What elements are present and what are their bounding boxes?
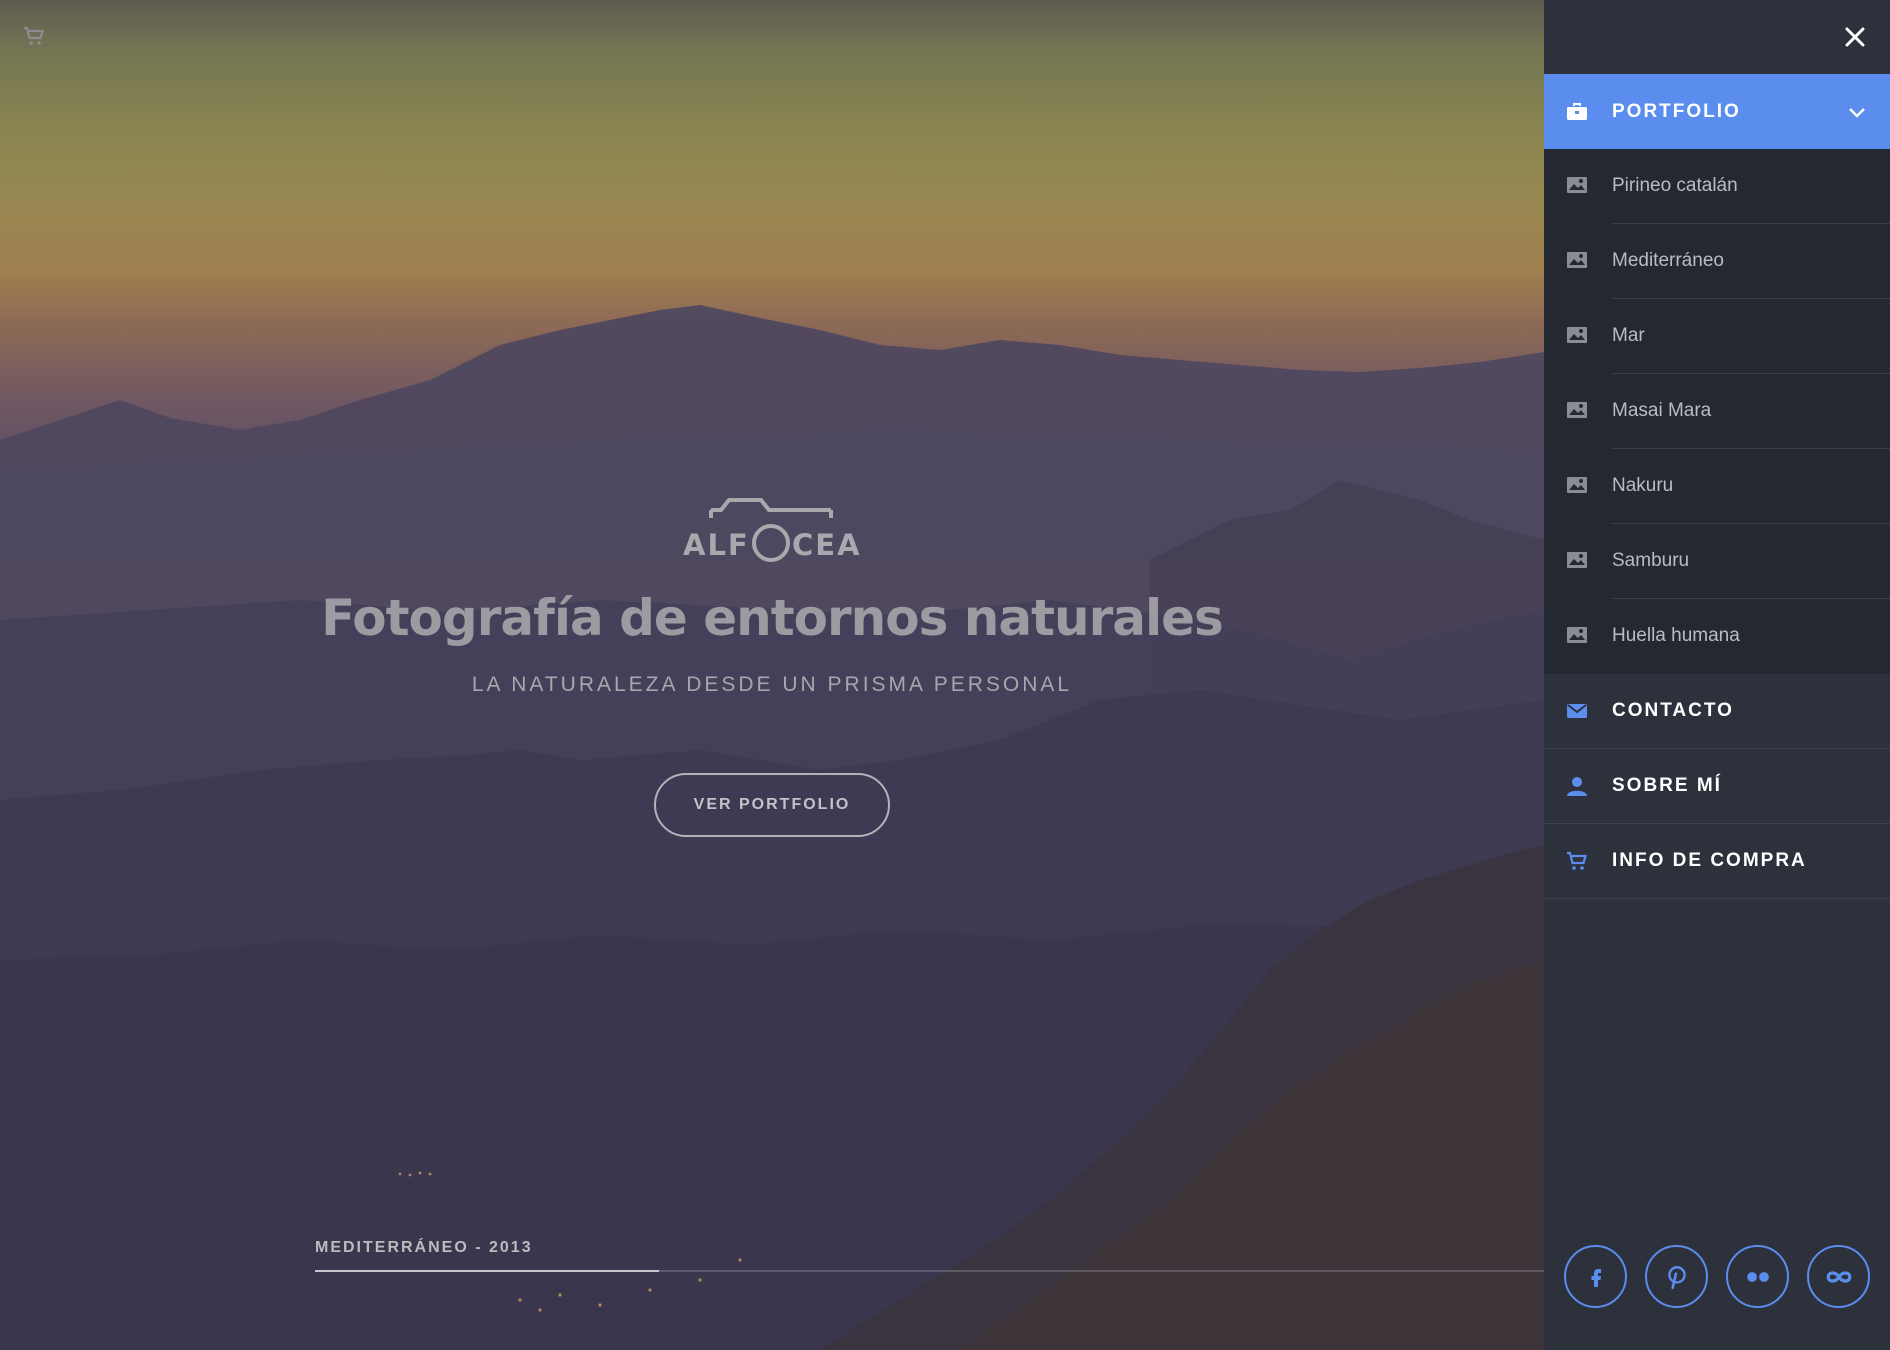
cart-icon[interactable] [22,24,46,48]
submenu-item-pirineo[interactable]: Pirineo catalán [1544,149,1890,224]
submenu-item-label: Masai Mara [1612,400,1712,421]
cart-icon [1566,850,1588,872]
image-icon [1566,625,1588,645]
submenu-item-mediterraneo[interactable]: Mediterráneo [1544,224,1890,299]
hero-content: ALF CEA Fotografía de entornos naturales… [0,488,1544,837]
infinity-icon[interactable] [1807,1245,1870,1308]
image-icon [1566,250,1588,270]
hero-section: ALF CEA Fotografía de entornos naturales… [0,0,1544,1350]
svg-text:CEA: CEA [792,528,862,562]
view-portfolio-button[interactable]: VER PORTFOLIO [654,773,890,837]
nav-item-sobre-mi[interactable]: SOBRE MÍ [1544,749,1890,824]
envelope-icon [1566,700,1588,722]
slide-progress-fill [315,1270,660,1272]
photo-caption: MEDITERRÁNEO - 2013 [315,1239,533,1256]
facebook-icon[interactable] [1564,1245,1627,1308]
social-links [1564,1245,1870,1308]
nav-item-label: PORTFOLIO [1612,100,1741,122]
nav-item-label: SOBRE MÍ [1612,775,1722,796]
submenu-item-label: Huella humana [1612,625,1740,646]
submenu-item-label: Mediterráneo [1612,250,1724,271]
nav-item-contacto[interactable]: CONTACTO [1544,674,1890,749]
image-icon [1566,175,1588,195]
image-icon [1566,325,1588,345]
image-icon [1566,550,1588,570]
image-icon [1566,400,1588,420]
alfocea-logo: ALF CEA [681,488,863,566]
chevron-down-icon [1848,103,1866,121]
nav-item-portfolio[interactable]: PORTFOLIO [1544,74,1890,149]
submenu-item-label: Nakuru [1612,475,1674,496]
image-icon [1566,475,1588,495]
main-nav: PORTFOLIO Pirineo catalán Mediterráneo M… [1544,74,1890,899]
submenu-item-samburu[interactable]: Samburu [1544,524,1890,599]
slide-progress-bar [315,1270,1544,1272]
sidebar-menu: PORTFOLIO Pirineo catalán Mediterráneo M… [1544,0,1890,1350]
pinterest-icon[interactable] [1645,1245,1708,1308]
flickr-icon[interactable] [1726,1245,1789,1308]
briefcase-icon [1566,101,1588,123]
submenu-item-nakuru[interactable]: Nakuru [1544,449,1890,524]
nav-item-label: CONTACTO [1612,700,1734,721]
nav-item-info-compra[interactable]: INFO DE COMPRA [1544,824,1890,899]
portfolio-submenu: Pirineo catalán Mediterráneo Mar Masai M… [1544,149,1890,674]
submenu-item-masai-mara[interactable]: Masai Mara [1544,374,1890,449]
submenu-item-huella-humana[interactable]: Huella humana [1544,599,1890,674]
svg-text:ALF: ALF [683,528,750,562]
nav-item-label: INFO DE COMPRA [1612,850,1807,871]
hero-subtitle: LA NATURALEZA DESDE UN PRISMA PERSONAL [471,673,1073,696]
submenu-item-mar[interactable]: Mar [1544,299,1890,374]
user-icon [1566,775,1588,797]
submenu-item-label: Pirineo catalán [1612,175,1738,196]
close-icon[interactable] [1842,24,1868,50]
submenu-item-label: Mar [1612,325,1645,346]
hero-title: Fotografía de entornos naturales [321,589,1224,647]
submenu-item-label: Samburu [1612,550,1690,571]
